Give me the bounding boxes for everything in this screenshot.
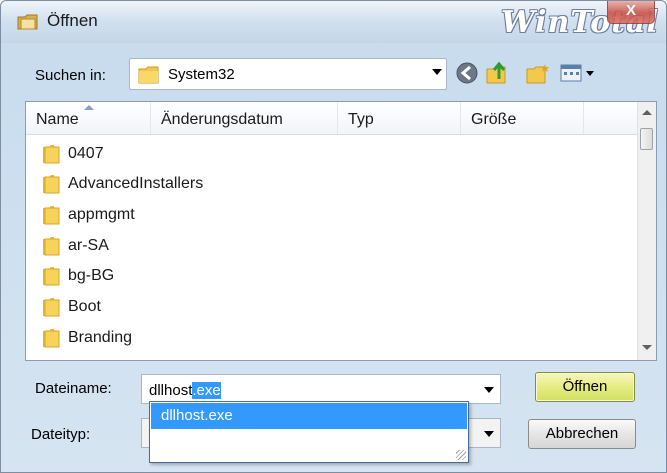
folder-icon bbox=[43, 145, 60, 164]
title-bar[interactable]: Öffnen WinTotal X bbox=[1, 1, 666, 43]
file-name: Branding bbox=[68, 329, 133, 346]
scroll-thumb[interactable] bbox=[640, 128, 653, 150]
column-type[interactable]: Typ bbox=[338, 102, 461, 134]
column-date[interactable]: Änderungsdatum bbox=[151, 102, 338, 134]
open-button[interactable]: Öffnen bbox=[535, 372, 635, 402]
column-header: Name Änderungsdatum Typ Größe bbox=[26, 102, 638, 135]
cancel-button[interactable]: Abbrechen bbox=[528, 419, 636, 449]
sort-ascending-icon bbox=[84, 105, 94, 110]
filename-typed: dllhost bbox=[149, 382, 193, 399]
folder-icon bbox=[43, 298, 60, 317]
list-item[interactable]: Branding bbox=[42, 326, 342, 350]
filename-input[interactable]: dllhost.exe bbox=[141, 374, 501, 404]
folder-icon bbox=[43, 237, 60, 256]
look-in-value: System32 bbox=[168, 66, 235, 83]
folder-icon bbox=[43, 267, 60, 286]
file-name: 0407 bbox=[68, 145, 104, 162]
chevron-down-icon[interactable] bbox=[484, 387, 494, 393]
scroll-down-icon[interactable] bbox=[642, 345, 652, 350]
back-icon[interactable] bbox=[455, 61, 479, 85]
filetype-label: Dateityp: bbox=[31, 426, 91, 443]
list-item[interactable]: 0407 bbox=[42, 142, 342, 166]
folder-icon bbox=[43, 206, 60, 225]
list-item[interactable]: bg-BG bbox=[42, 264, 342, 288]
views-menu-icon[interactable] bbox=[559, 61, 599, 85]
file-name: AdvancedInstallers bbox=[68, 175, 204, 192]
chevron-down-icon[interactable] bbox=[432, 69, 442, 75]
list-item[interactable]: AdvancedInstallers bbox=[42, 172, 342, 196]
look-in-label: Suchen in: bbox=[35, 67, 106, 84]
file-name: ar-SA bbox=[68, 237, 109, 254]
folder-icon bbox=[138, 66, 159, 84]
list-item[interactable]: Boot bbox=[42, 295, 342, 319]
new-folder-icon[interactable] bbox=[525, 61, 551, 85]
scroll-up-icon[interactable] bbox=[642, 110, 652, 115]
list-item[interactable]: appmgmt bbox=[42, 203, 342, 227]
column-size[interactable]: Größe bbox=[461, 102, 584, 134]
file-list[interactable]: Name Änderungsdatum Typ Größe 0407 Advan… bbox=[25, 101, 657, 361]
window-title: Öffnen bbox=[47, 11, 98, 30]
look-in-combo[interactable]: System32 bbox=[129, 58, 447, 90]
resize-grip-icon[interactable] bbox=[456, 450, 466, 460]
autocomplete-item[interactable]: dllhost.exe bbox=[151, 403, 467, 429]
folder-icon bbox=[17, 14, 38, 30]
close-button[interactable]: X bbox=[607, 1, 655, 24]
folder-icon bbox=[43, 175, 60, 194]
chevron-down-icon[interactable] bbox=[484, 431, 494, 437]
file-name: bg-BG bbox=[68, 267, 115, 284]
filename-selected-text: .exe bbox=[192, 382, 221, 399]
up-folder-icon[interactable] bbox=[485, 61, 511, 85]
vertical-scrollbar[interactable] bbox=[637, 102, 656, 360]
open-dialog: Öffnen WinTotal X Suchen in: System32 Na… bbox=[0, 0, 667, 473]
autocomplete-dropdown: dllhost.exe bbox=[149, 401, 469, 463]
file-name: appmgmt bbox=[68, 206, 135, 223]
file-name: Boot bbox=[68, 298, 101, 315]
filename-label: Dateiname: bbox=[35, 380, 112, 397]
list-item[interactable]: ar-SA bbox=[42, 234, 342, 258]
filename-value: dllhost.exe bbox=[149, 382, 221, 399]
folder-icon bbox=[43, 329, 60, 348]
